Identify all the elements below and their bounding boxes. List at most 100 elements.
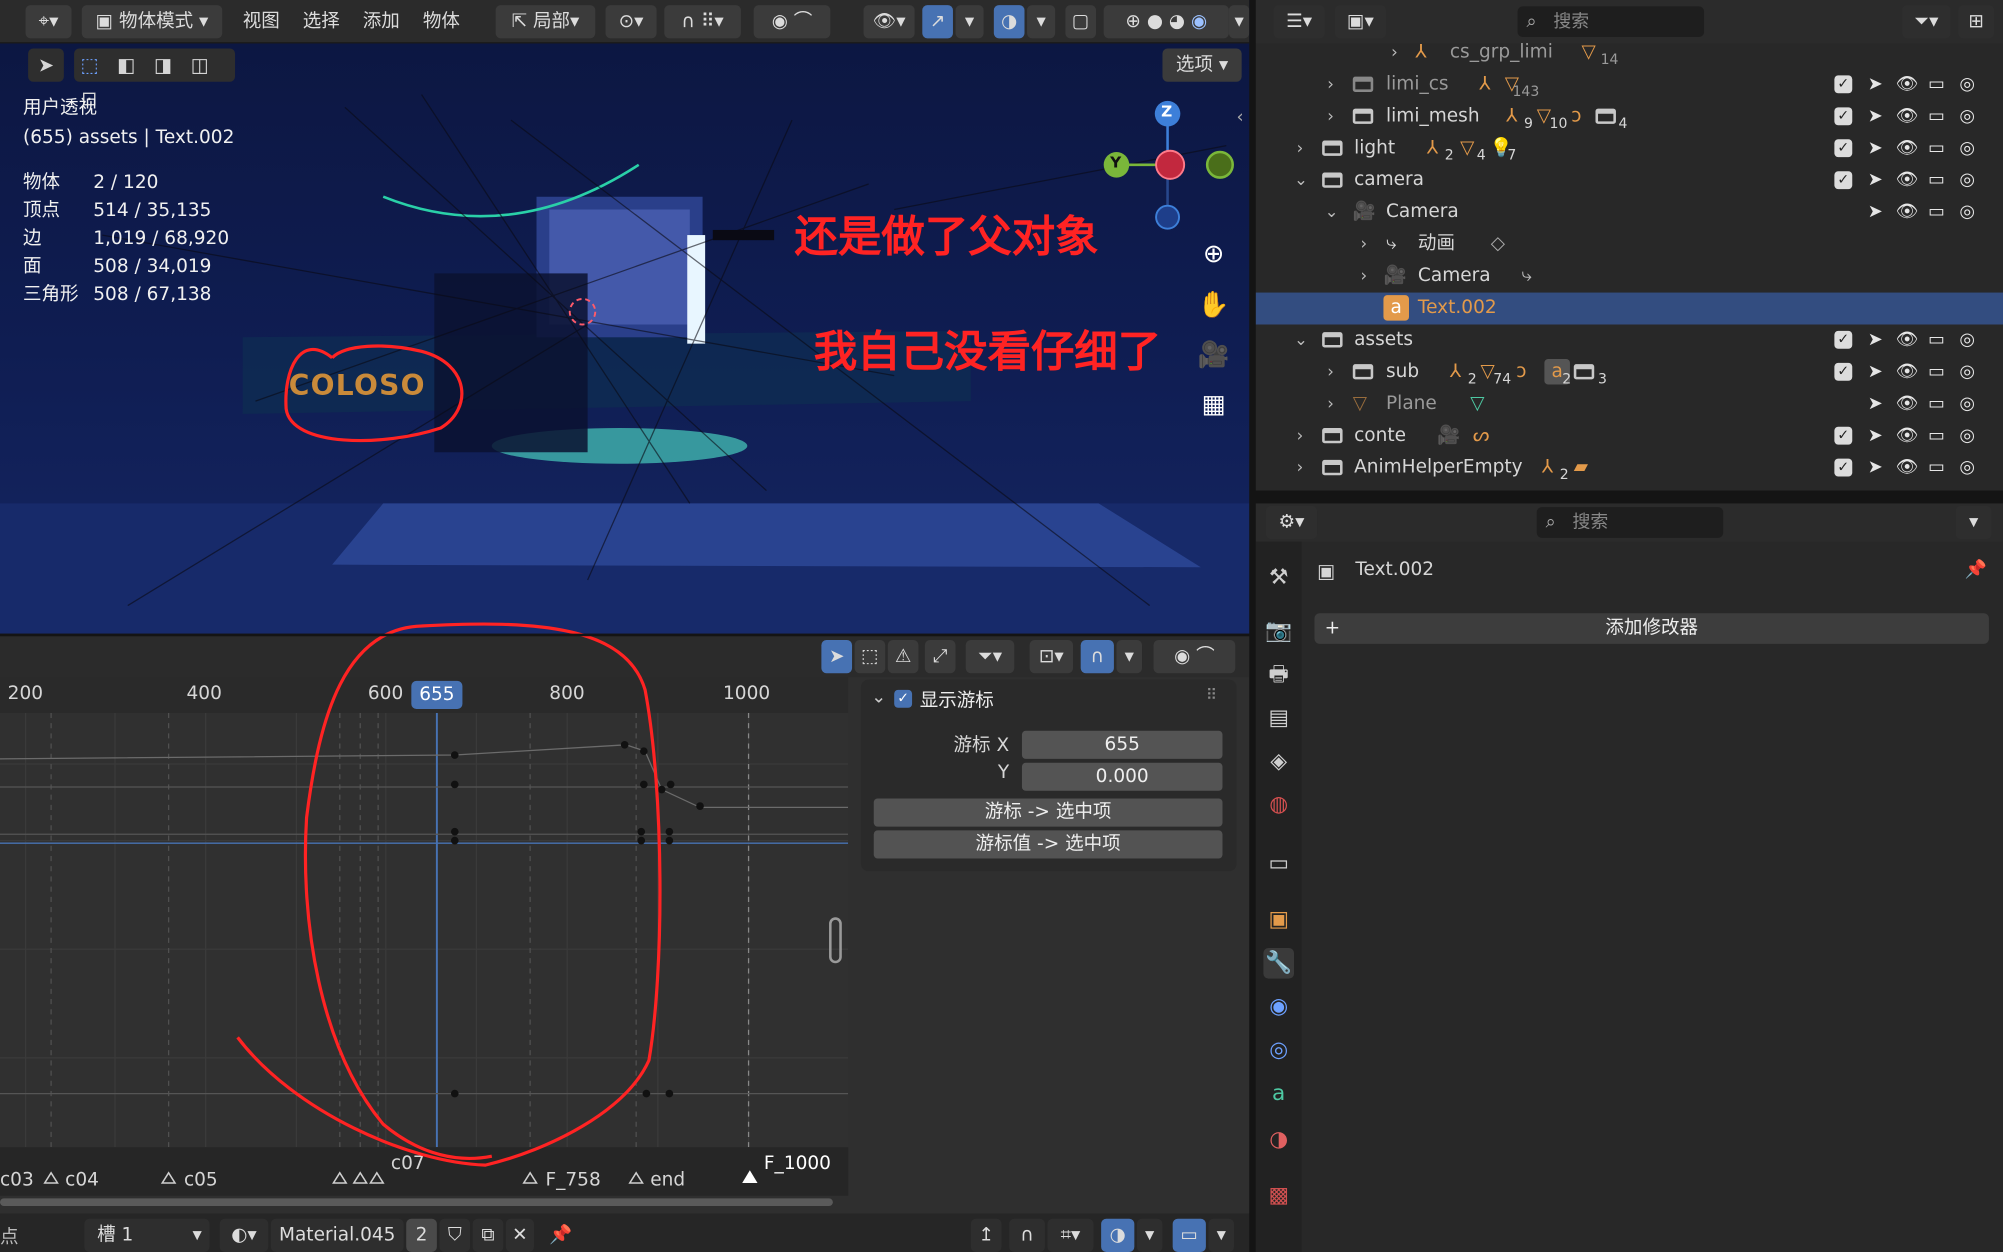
select-arrow-icon[interactable]: ➤ (1865, 330, 1885, 350)
include-checkbox[interactable]: ✓ (1834, 75, 1853, 94)
collection-properties-icon[interactable]: ▭ (1263, 848, 1294, 879)
expand-chevron-icon[interactable]: › (1297, 133, 1304, 165)
select-arrow-icon[interactable]: ➤ (1865, 74, 1885, 94)
outliner-row[interactable]: › light ⅄ 2 ▽ 4 💡 7 ✓ ➤ 👁 ▭ ◎ (1256, 133, 2003, 165)
expand-chevron-icon[interactable]: › (1391, 37, 1398, 69)
scene-properties-icon[interactable]: ◈ (1263, 746, 1294, 777)
expand-chevron-icon[interactable]: › (1297, 420, 1304, 452)
render-camera-icon[interactable]: ◎ (1957, 202, 1977, 222)
monitor-icon[interactable]: ▭ (1926, 330, 1946, 350)
monitor-icon[interactable]: ▭ (1926, 457, 1946, 477)
snap-magnet-icon[interactable]: ∩ (1009, 1218, 1045, 1252)
expand-chevron-icon[interactable]: › (1327, 69, 1334, 101)
render-camera-icon[interactable]: ◎ (1957, 362, 1977, 382)
filter-view-dropdown[interactable]: ▣▾ (1334, 5, 1387, 39)
upload-arrow-icon[interactable]: ↥ (970, 1218, 1002, 1252)
material-browse[interactable]: ◐▾ (219, 1218, 269, 1252)
render-properties-icon[interactable]: 📷 (1263, 616, 1294, 647)
monitor-icon[interactable]: ▭ (1926, 362, 1946, 382)
include-checkbox[interactable]: ✓ (1834, 171, 1853, 190)
area-divider[interactable] (0, 633, 1250, 637)
duplicate-icon[interactable]: ⧉ (472, 1218, 504, 1252)
properties-search-input[interactable]: 搜索 (1536, 507, 1724, 538)
monitor-icon[interactable]: ▭ (1926, 425, 1946, 445)
outliner-row[interactable]: › ⅄ cs_grp_limi ▽ 14 (1256, 37, 2003, 69)
eye-icon[interactable]: 👁 (1896, 74, 1919, 94)
render-camera-icon[interactable]: ◎ (1957, 138, 1977, 158)
render-camera-icon[interactable]: ◎ (1957, 330, 1977, 350)
physics-icon[interactable]: ◎ (1263, 1035, 1294, 1066)
area-divider[interactable] (1255, 490, 2003, 504)
expand-chevron-icon[interactable]: › (1297, 452, 1304, 484)
expand-chevron-icon[interactable]: › (1360, 261, 1367, 293)
eye-icon[interactable]: 👁 (1896, 170, 1919, 190)
add-modifier-button[interactable]: + 添加修改器 (1314, 613, 1989, 644)
eye-icon[interactable]: 👁 (1896, 362, 1919, 382)
outliner-row-selected[interactable]: a Text.002 (1255, 292, 2003, 325)
render-camera-icon[interactable]: ◎ (1957, 170, 1977, 190)
expand-chevron-icon[interactable]: › (1327, 101, 1334, 133)
text-data-icon[interactable]: a (1263, 1078, 1294, 1109)
monitor-icon[interactable]: ▭ (1926, 138, 1946, 158)
select-arrow-icon[interactable]: ➤ (1865, 138, 1885, 158)
outliner-row[interactable]: ⌄ assets ✓ ➤ 👁 ▭ ◎ (1256, 324, 2003, 356)
new-collection-icon[interactable]: ⊞ (1958, 5, 1995, 39)
material-users-count[interactable]: 2 (406, 1218, 437, 1252)
outliner-filter-dropdown[interactable]: ⏷▾ (1902, 5, 1951, 39)
include-checkbox[interactable]: ✓ (1834, 458, 1853, 477)
render-camera-icon[interactable]: ◎ (1957, 106, 1977, 126)
eye-icon[interactable]: 👁 (1896, 393, 1919, 413)
include-checkbox[interactable]: ✓ (1834, 107, 1853, 126)
slot-dropdown[interactable]: 槽 1 ▾ (84, 1218, 210, 1252)
pin-icon[interactable]: 📌 (1965, 560, 1987, 580)
outliner-row[interactable]: › ▽ Plane ▽ ➤ 👁 ▭ ◎ (1256, 388, 2003, 420)
material-name-field[interactable]: Material.045 (270, 1218, 404, 1252)
outliner-row[interactable]: › conte 🎥 ᔕ ✓ ➤ 👁 ▭ ◎ (1256, 420, 2003, 452)
render-camera-icon[interactable]: ◎ (1957, 425, 1977, 445)
display-mode-dropdown[interactable]: ☰▾ (1273, 5, 1325, 39)
texture-checker-icon[interactable]: ▩ (1263, 1180, 1294, 1211)
expand-chevron-icon[interactable]: › (1327, 356, 1334, 388)
world-properties-icon[interactable]: ◍ (1263, 790, 1294, 821)
outliner-row[interactable]: › limi_mesh ⅄ 9 ▽ 10 ↄ 4 ✓ ➤ 👁 ▭ ◎ (1256, 101, 2003, 133)
include-checkbox[interactable]: ✓ (1834, 362, 1853, 381)
expand-chevron-icon[interactable]: › (1360, 229, 1367, 261)
output-properties-icon[interactable]: 🖶 (1263, 659, 1294, 690)
object-properties-icon[interactable]: ▣ (1263, 905, 1294, 936)
outliner[interactable]: ☰▾ ▣▾ 搜索 ⌕ ⏷▾ ⊞ › ⅄ cs_grp_limi ▽ 14 › l… (1255, 0, 2003, 491)
pin-icon[interactable]: 📌 (547, 1219, 575, 1252)
eye-icon[interactable]: 👁 (1896, 330, 1919, 350)
monitor-icon[interactable]: ▭ (1926, 202, 1946, 222)
particles-icon[interactable]: ◉ (1263, 991, 1294, 1022)
include-checkbox[interactable]: ✓ (1834, 330, 1853, 349)
properties-options-dropdown[interactable]: ▾ (1955, 505, 1992, 540)
select-arrow-icon[interactable]: ➤ (1865, 362, 1885, 382)
eye-icon[interactable]: 👁 (1896, 138, 1919, 158)
eye-icon[interactable]: 👁 (1896, 457, 1919, 477)
include-checkbox[interactable]: ✓ (1834, 426, 1853, 445)
outliner-search-input[interactable]: 搜索 (1517, 6, 1705, 38)
select-arrow-icon[interactable]: ➤ (1865, 425, 1885, 445)
select-arrow-icon[interactable]: ➤ (1865, 170, 1885, 190)
outliner-row[interactable]: › ⤷ 动画 ◇ (1256, 229, 2003, 261)
expand-chevron-icon[interactable]: › (1327, 388, 1334, 420)
display-dropdown[interactable]: ▾ (1208, 1218, 1234, 1252)
fake-user-shield-icon[interactable]: ⛉ (439, 1218, 471, 1252)
monitor-icon[interactable]: ▭ (1926, 106, 1946, 126)
eye-icon[interactable]: 👁 (1896, 202, 1919, 222)
outliner-row[interactable]: › 🎥 Camera ⤷ (1256, 261, 2003, 293)
select-arrow-icon[interactable]: ➤ (1865, 393, 1885, 413)
outliner-row[interactable]: › AnimHelperEmpty ⅄ 2 ▰ ✓ ➤ 👁 ▭ ◎ (1256, 452, 2003, 484)
display-monitor-icon[interactable]: ▭ (1172, 1218, 1206, 1252)
material-properties-icon[interactable]: ◑ (1263, 1124, 1294, 1155)
view-layer-icon[interactable]: ▤ (1263, 703, 1294, 734)
collapse-chevron-icon[interactable]: ⌄ (1325, 197, 1339, 229)
modifier-wrench-icon[interactable]: 🔧 (1263, 947, 1295, 979)
editor-type-selector[interactable]: ⚙▾ (1265, 505, 1318, 540)
eye-icon[interactable]: 👁 (1896, 106, 1919, 126)
unlink-x-icon[interactable]: ✕ (505, 1218, 534, 1252)
overlay-dropdown[interactable]: ▾ (1136, 1218, 1163, 1252)
eye-icon[interactable]: 👁 (1896, 425, 1919, 445)
collapse-chevron-icon[interactable]: ⌄ (1294, 324, 1308, 356)
select-arrow-icon[interactable]: ➤ (1865, 202, 1885, 222)
